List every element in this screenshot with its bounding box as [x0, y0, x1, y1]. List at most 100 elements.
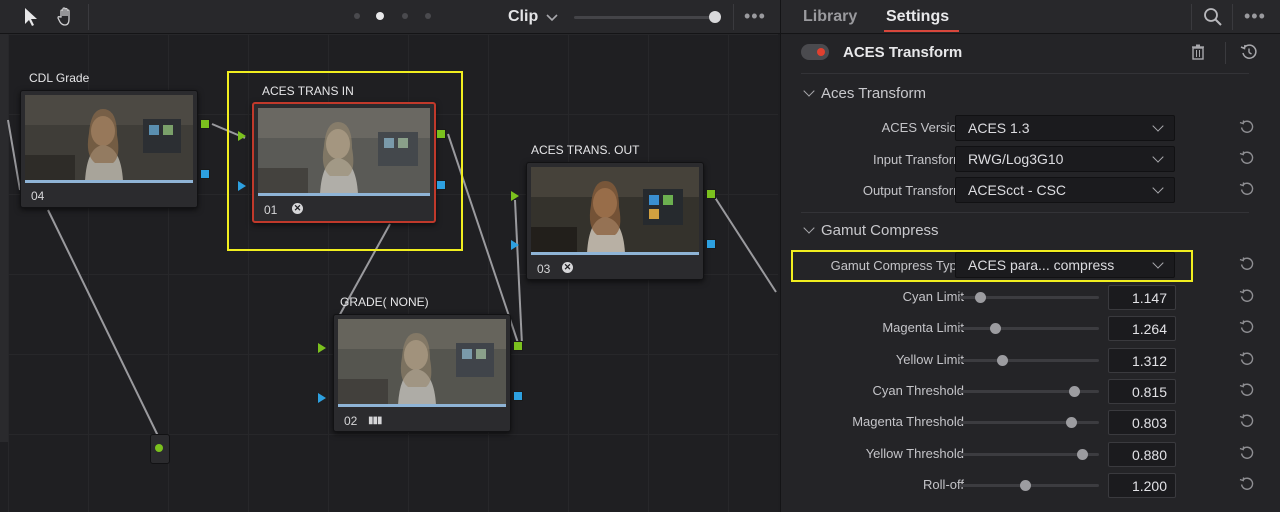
- alpha-output-port[interactable]: [200, 169, 210, 179]
- cyan-limit-value-field[interactable]: 1.147: [1108, 285, 1176, 310]
- aces-version-dropdown[interactable]: ACES 1.3: [955, 115, 1175, 141]
- reset-icon[interactable]: [1239, 319, 1255, 335]
- page-dot[interactable]: [425, 13, 431, 19]
- slider-knob[interactable]: [997, 354, 1009, 366]
- rgb-output-port[interactable]: [513, 341, 523, 351]
- slider-knob[interactable]: [975, 292, 986, 303]
- node-editor-toolbar: Clip •••: [0, 0, 780, 34]
- field-label: Gamut Compress Type: [830, 258, 964, 273]
- alpha-output-port[interactable]: [436, 180, 446, 190]
- zoom-slider-knob[interactable]: [709, 11, 721, 23]
- divider: [1225, 42, 1226, 64]
- alpha-output-port[interactable]: [706, 239, 716, 249]
- input-transform-dropdown[interactable]: RWG/Log3G10: [955, 146, 1175, 172]
- yellow-limit-slider[interactable]: [959, 354, 1099, 366]
- tab-settings[interactable]: Settings: [886, 8, 949, 26]
- slider-knob[interactable]: [1077, 448, 1089, 460]
- toolbar-divider: [733, 4, 734, 30]
- zoom-slider[interactable]: [574, 16, 716, 19]
- toolbar-divider: [1191, 4, 1192, 30]
- reset-icon[interactable]: [1239, 413, 1255, 429]
- reset-icon[interactable]: [1239, 445, 1255, 461]
- value-text: 1.312: [1131, 352, 1167, 369]
- node-03[interactable]: 03 ✕: [526, 162, 704, 280]
- node-02[interactable]: 02 ▮▮▮: [333, 314, 511, 432]
- page-dot-active[interactable]: [376, 12, 384, 20]
- trash-icon[interactable]: [1191, 44, 1205, 65]
- value-text: 0.880: [1131, 446, 1167, 463]
- reset-icon[interactable]: [1239, 288, 1255, 304]
- node-thumbnail: [531, 167, 699, 253]
- clip-mode-label[interactable]: Clip: [508, 8, 538, 26]
- effect-enable-toggle[interactable]: [801, 44, 829, 60]
- chevron-down-icon: [803, 85, 815, 97]
- yellow-threshold-value-field[interactable]: 0.880: [1108, 441, 1176, 467]
- effect-title: ACES Transform: [843, 44, 963, 61]
- search-icon[interactable]: [1203, 7, 1223, 32]
- dropdown-value: ACEScct - CSC: [968, 182, 1067, 198]
- alpha-input-port[interactable]: [238, 181, 246, 191]
- rgb-output-port[interactable]: [436, 129, 446, 139]
- rgb-input-port[interactable]: [511, 191, 519, 201]
- reset-icon[interactable]: [1239, 119, 1255, 135]
- cyan-threshold-slider[interactable]: [959, 385, 1099, 397]
- reset-icon[interactable]: [1239, 150, 1255, 166]
- reset-icon[interactable]: [1239, 382, 1255, 398]
- panel-options-button[interactable]: •••: [1244, 6, 1266, 27]
- yellow-threshold-slider[interactable]: [959, 448, 1099, 460]
- node-title: GRADE( NONE): [340, 295, 429, 309]
- slider-knob[interactable]: [1068, 385, 1080, 397]
- chevron-down-icon[interactable]: [546, 10, 558, 28]
- magenta-threshold-slider[interactable]: [959, 417, 1099, 429]
- cyan-threshold-value-field[interactable]: 0.815: [1108, 378, 1176, 404]
- node-04[interactable]: 04: [20, 90, 198, 208]
- value-text: 1.264: [1131, 321, 1167, 338]
- cyan-limit-slider[interactable]: [959, 292, 1099, 303]
- value-text: 1.200: [1131, 477, 1167, 494]
- mixer-port[interactable]: [155, 444, 163, 452]
- chevron-down-icon: [803, 222, 815, 234]
- output-transform-dropdown[interactable]: ACEScct - CSC: [955, 177, 1175, 203]
- alpha-input-port[interactable]: [511, 240, 519, 250]
- chevron-down-icon: [1152, 257, 1164, 269]
- yellow-limit-value-field[interactable]: 1.312: [1108, 347, 1176, 373]
- section-header-gamut-compress[interactable]: Gamut Compress: [803, 222, 939, 239]
- magenta-limit-slider[interactable]: [959, 323, 1099, 335]
- rgb-output-port[interactable]: [706, 189, 716, 199]
- value-text: 0.815: [1131, 383, 1167, 400]
- hand-tool-icon[interactable]: [55, 6, 77, 28]
- section-title: Gamut Compress: [821, 222, 939, 239]
- rgb-input-port[interactable]: [238, 131, 246, 141]
- magenta-limit-value-field[interactable]: 1.264: [1108, 316, 1176, 342]
- magenta-threshold-value-field[interactable]: 0.803: [1108, 410, 1176, 436]
- node-01[interactable]: 01 ✕: [252, 102, 436, 223]
- page-dot[interactable]: [402, 13, 408, 19]
- canvas-left-edge: [0, 34, 8, 442]
- active-tab-indicator: [884, 30, 959, 32]
- pointer-tool-icon[interactable]: [20, 6, 42, 28]
- chevron-down-icon: [1152, 182, 1164, 194]
- node-number: 02: [344, 414, 358, 428]
- reset-icon[interactable]: [1239, 351, 1255, 367]
- page-dot[interactable]: [354, 13, 360, 19]
- alpha-input-port[interactable]: [318, 393, 326, 403]
- reset-icon[interactable]: [1239, 181, 1255, 197]
- roll-off-value-field[interactable]: 1.200: [1108, 472, 1176, 498]
- panel-tabs: Library Settings •••: [781, 0, 1280, 34]
- tab-library[interactable]: Library: [803, 8, 857, 26]
- section-header-aces-transform[interactable]: Aces Transform: [803, 85, 926, 102]
- cyan-limit-label: Cyan Limit: [902, 289, 964, 304]
- rgb-input-port[interactable]: [318, 343, 326, 353]
- roll-off-slider[interactable]: [959, 479, 1099, 491]
- layer-mixer-node[interactable]: [150, 434, 170, 464]
- slider-knob[interactable]: [1019, 479, 1031, 491]
- reset-icon[interactable]: [1239, 256, 1255, 272]
- roll-off-label: Roll-off: [923, 476, 964, 492]
- reset-all-icon[interactable]: [1240, 43, 1258, 66]
- reset-icon[interactable]: [1239, 476, 1255, 492]
- effects-panel: Library Settings ••• ACES Transform Aces…: [780, 0, 1280, 512]
- alpha-output-port[interactable]: [513, 391, 523, 401]
- rgb-output-port[interactable]: [200, 119, 210, 129]
- gamut-compress-type-dropdown[interactable]: ACES para... compress: [955, 252, 1175, 278]
- node-editor-options-button[interactable]: •••: [744, 6, 766, 27]
